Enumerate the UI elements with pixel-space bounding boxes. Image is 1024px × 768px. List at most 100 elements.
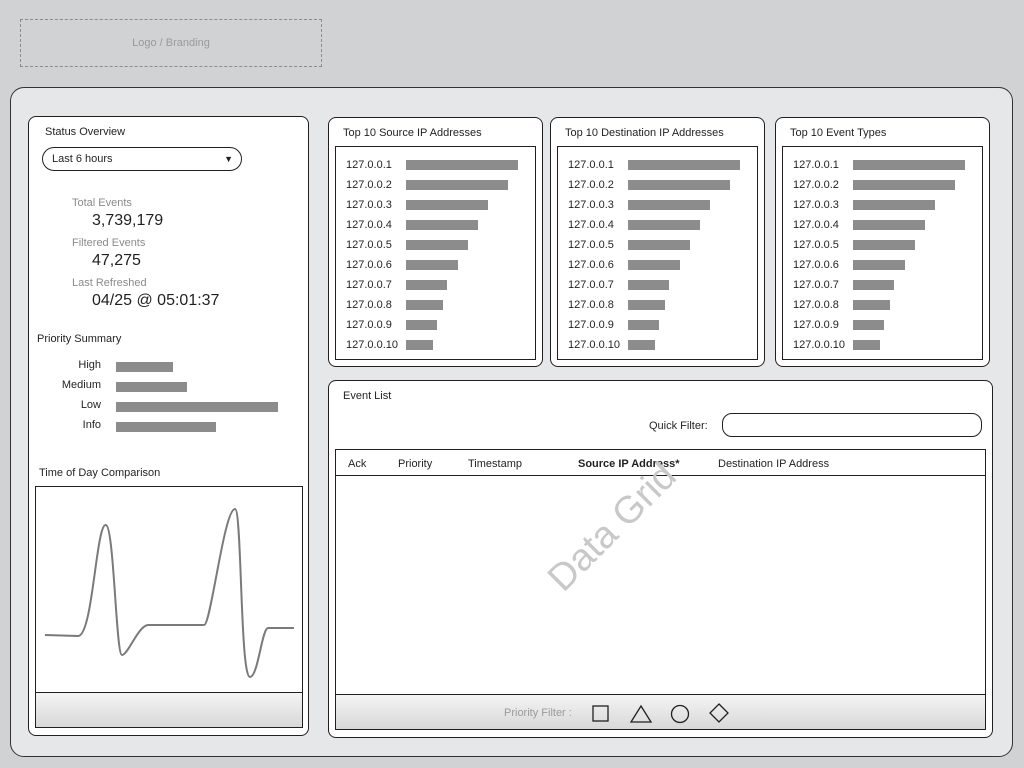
list-item-label[interactable]: 127.0.0.5 [793, 235, 839, 255]
total-events-value: 3,739,179 [92, 212, 164, 229]
list-item-bar [628, 240, 690, 250]
top10-source-ip-list: 127.0.0.1 127.0.0.2 127.0.0.3 127.0.0.4 127.… [335, 146, 536, 360]
list-item-label[interactable]: 127.0.0.8 [346, 295, 392, 315]
dropdown-arrow-icon: ▼ [224, 154, 233, 164]
column-timestamp[interactable]: Timestamp [468, 458, 522, 470]
list-item-label[interactable]: 127.0.0.6 [793, 255, 839, 275]
list-item-bar [406, 200, 488, 210]
list-item-label[interactable]: 127.0.0.6 [346, 255, 392, 275]
diamond-icon[interactable] [709, 703, 729, 723]
priority-bar-low [116, 402, 278, 412]
list-item-label[interactable]: 127.0.0.2 [793, 175, 839, 195]
quick-filter-label: Quick Filter: [649, 420, 708, 432]
time-range-value: Last 6 hours [52, 153, 113, 165]
list-item-bar [853, 280, 894, 290]
priority-bar-medium [116, 382, 187, 392]
list-item-label[interactable]: 127.0.0.1 [346, 155, 392, 175]
list-item-bar [628, 200, 710, 210]
list-item-label[interactable]: 127.0.0.4 [568, 215, 614, 235]
list-item-label[interactable]: 127.0.0.2 [568, 175, 614, 195]
list-item-bar [628, 260, 680, 270]
list-item-bar [853, 260, 905, 270]
list-item-label[interactable]: 127.0.0.6 [568, 255, 614, 275]
list-item-bar [853, 340, 880, 350]
logo-text: Logo / Branding [132, 37, 210, 49]
list-item-bar [628, 160, 740, 170]
priority-summary: High Medium Low Info [57, 359, 297, 439]
priority-label-low: Low [80, 399, 101, 411]
list-item-label[interactable]: 127.0.0.3 [346, 195, 392, 215]
priority-summary-title: Priority Summary [37, 333, 122, 345]
list-item-bar [628, 300, 665, 310]
grid-footer: Priority Filter : [336, 694, 985, 729]
list-item-bar [853, 320, 884, 330]
priority-label-high: High [78, 359, 101, 371]
column-ack[interactable]: Ack [348, 458, 366, 470]
list-item-label[interactable]: 127.0.0.7 [346, 275, 392, 295]
priority-bar-info [116, 422, 216, 432]
list-item-bar [853, 220, 925, 230]
list-item-label[interactable]: 127.0.0.9 [793, 315, 839, 335]
status-overview-title: Status Overview [45, 126, 126, 138]
list-item-label[interactable]: 127.0.0.7 [793, 275, 839, 295]
time-of-day-title: Time of Day Comparison [39, 467, 161, 479]
last-refreshed-value: 04/25 @ 05:01:37 [92, 292, 220, 309]
list-item-bar [628, 220, 700, 230]
time-of-day-footer [35, 692, 303, 728]
list-item-label[interactable]: 127.0.0.10 [346, 335, 398, 355]
list-item-bar [406, 240, 468, 250]
time-range-select[interactable]: Last 6 hours ▼ [42, 147, 242, 171]
list-item-bar [628, 340, 655, 350]
list-item-label[interactable]: 127.0.0.9 [568, 315, 614, 335]
list-item-label[interactable]: 127.0.0.2 [346, 175, 392, 195]
top10-event-types-list: 127.0.0.1 127.0.0.2 127.0.0.3 127.0.0.4 127.… [782, 146, 983, 360]
list-item-label[interactable]: 127.0.0.1 [568, 155, 614, 175]
filtered-events-label: Filtered Events [72, 237, 146, 249]
column-destination-ip[interactable]: Destination IP Address [718, 458, 829, 470]
list-item-label[interactable]: 127.0.0.7 [568, 275, 614, 295]
list-item-bar [406, 220, 478, 230]
time-of-day-line [44, 507, 294, 679]
top10-event-types-title: Top 10 Event Types [790, 127, 887, 139]
list-item-bar [853, 180, 955, 190]
list-item-label[interactable]: 127.0.0.5 [568, 235, 614, 255]
priority-label-medium: Medium [61, 379, 101, 391]
list-item-label[interactable]: 127.0.0.4 [346, 215, 392, 235]
list-item-label[interactable]: 127.0.0.4 [793, 215, 839, 235]
list-item-bar [853, 300, 890, 310]
list-item-bar [853, 200, 935, 210]
list-item-label[interactable]: 127.0.0.8 [568, 295, 614, 315]
list-item-bar [853, 160, 965, 170]
list-item-bar [406, 340, 433, 350]
top10-source-ip-title: Top 10 Source IP Addresses [343, 127, 482, 139]
filtered-events-value: 47,275 [92, 252, 141, 269]
priority-label-info: Info [82, 419, 101, 431]
total-events-label: Total Events [72, 197, 132, 209]
priority-filter-label: Priority Filter : [504, 707, 572, 719]
list-item-label[interactable]: 127.0.0.3 [793, 195, 839, 215]
list-item-label[interactable]: 127.0.0.9 [346, 315, 392, 335]
list-item-bar [628, 320, 659, 330]
priority-bar-high [116, 362, 173, 372]
list-item-label[interactable]: 127.0.0.10 [793, 335, 845, 355]
triangle-icon[interactable] [629, 704, 653, 724]
logo-placeholder: Logo / Branding [20, 19, 322, 67]
last-refreshed-label: Last Refreshed [72, 277, 147, 289]
list-item-bar [406, 180, 508, 190]
list-item-bar [406, 260, 458, 270]
column-priority[interactable]: Priority [398, 458, 432, 470]
list-item-label[interactable]: 127.0.0.8 [793, 295, 839, 315]
list-item-label[interactable]: 127.0.0.1 [793, 155, 839, 175]
list-item-label[interactable]: 127.0.0.10 [568, 335, 620, 355]
list-item-bar [406, 300, 443, 310]
circle-icon[interactable] [670, 704, 690, 724]
list-item-bar [406, 320, 437, 330]
list-item-label[interactable]: 127.0.0.3 [568, 195, 614, 215]
list-item-bar [853, 240, 915, 250]
quick-filter-input[interactable] [722, 413, 982, 437]
list-item-bar [628, 280, 669, 290]
list-item-label[interactable]: 127.0.0.5 [346, 235, 392, 255]
square-icon[interactable] [591, 704, 611, 724]
list-item-bar [406, 160, 518, 170]
event-list-title: Event List [343, 390, 392, 402]
